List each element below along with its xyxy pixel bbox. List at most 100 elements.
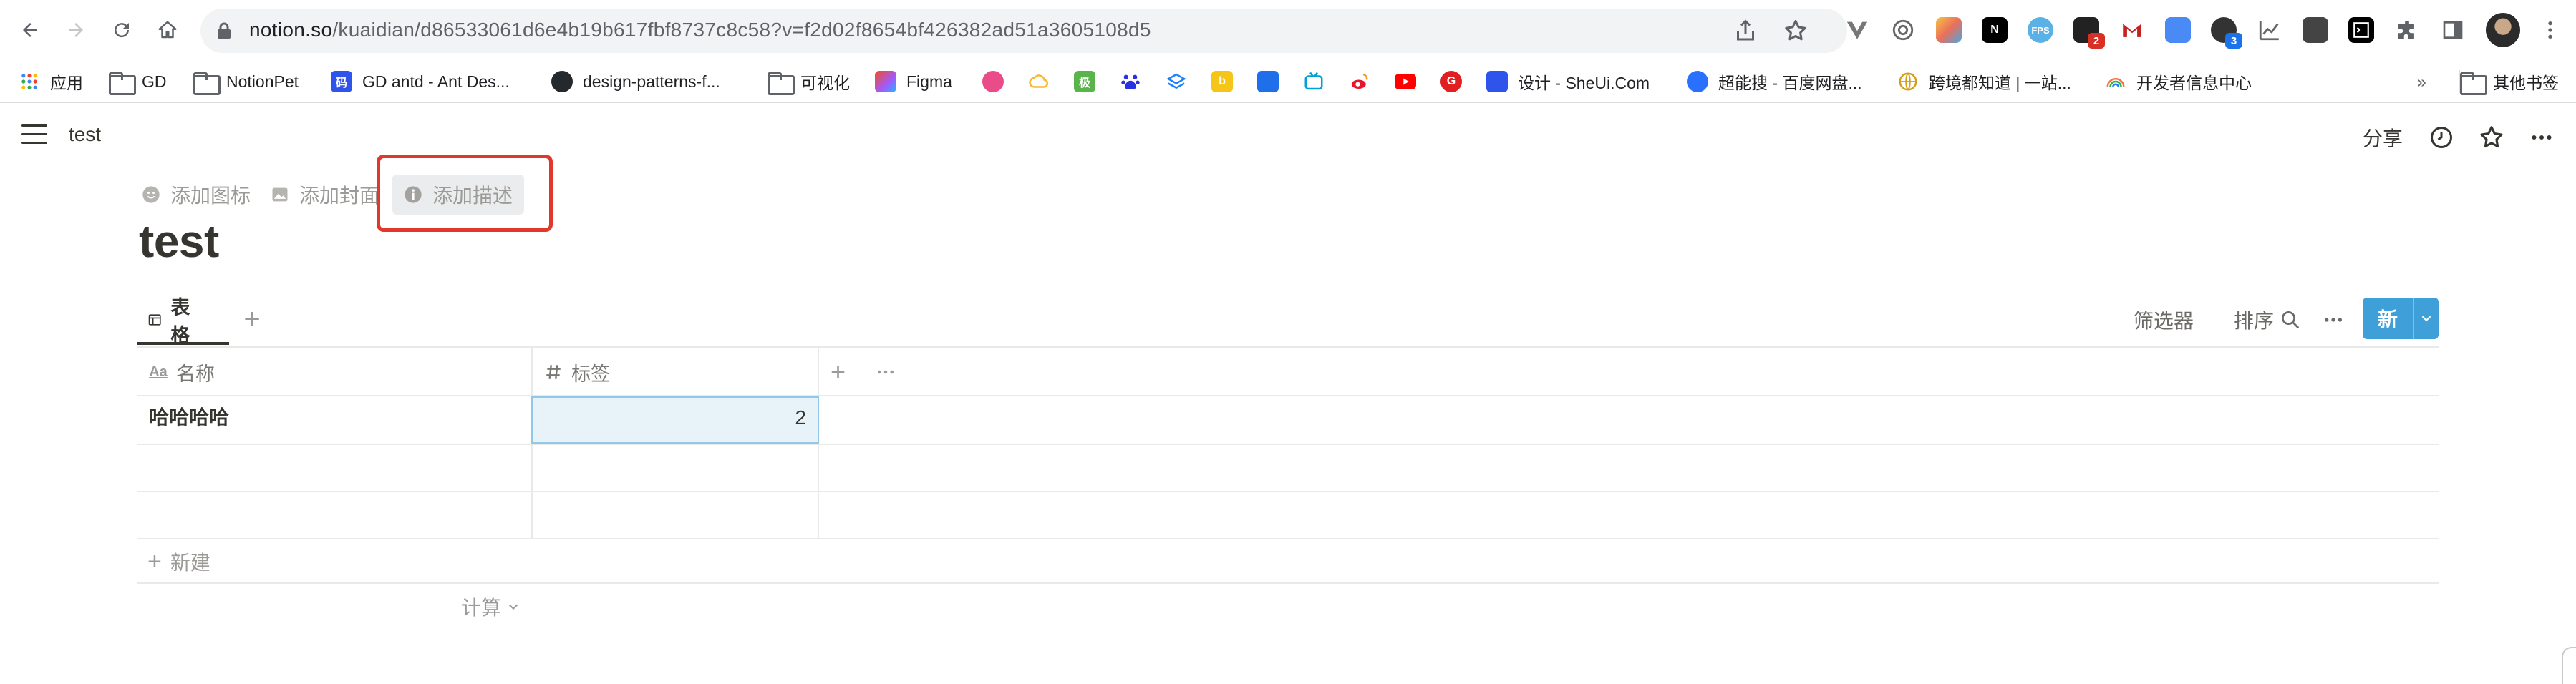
- plus-icon: +: [147, 547, 162, 575]
- add-row-button[interactable]: + 新建: [147, 545, 210, 578]
- page-title[interactable]: test: [139, 215, 219, 268]
- view-tab-table[interactable]: 表格: [137, 296, 208, 346]
- bookmark-star-icon[interactable]: [1783, 18, 1808, 44]
- bookmark-cloud[interactable]: [1028, 67, 1060, 96]
- bookmark-kuajing[interactable]: 跨境都知道 | 一站...: [1897, 67, 2071, 96]
- screen-ext-icon[interactable]: [2303, 17, 2328, 43]
- bookmark-label: GD: [142, 72, 167, 91]
- terminal-ext-icon[interactable]: [2348, 17, 2374, 43]
- back-button[interactable]: [13, 13, 47, 47]
- breadcrumb[interactable]: test: [69, 123, 101, 146]
- badge-count: 2: [2088, 33, 2105, 49]
- bookmark-apps[interactable]: 应用: [19, 67, 83, 96]
- bookmark-antd[interactable]: 码 GD antd - Ant Des...: [331, 67, 510, 96]
- new-button-label[interactable]: 新: [2363, 298, 2414, 339]
- bookmark-chaonengsou[interactable]: 超能搜 - 百度网盘...: [1687, 67, 1862, 96]
- bookmark-folder-notionpet[interactable]: NotionPet: [193, 67, 299, 96]
- column-more-dots-icon[interactable]: [875, 349, 896, 395]
- github-icon: [551, 71, 573, 92]
- history-clock-icon[interactable]: [2427, 123, 2456, 152]
- add-icon-button[interactable]: 添加图标: [140, 175, 251, 215]
- bookmark-youtube[interactable]: [1395, 67, 1426, 96]
- new-record-button[interactable]: 新: [2363, 298, 2439, 339]
- share-button[interactable]: 分享: [2363, 123, 2403, 152]
- calculate-label: 计算: [461, 597, 502, 619]
- url-path: /kuaidian/d86533061d6e4b19b617fbf8737c8c…: [332, 19, 1151, 41]
- bookmark-design-patterns[interactable]: design-patterns-f...: [551, 67, 720, 96]
- vue-devtools-icon[interactable]: [1844, 17, 1870, 43]
- table-cell-tag: 2: [795, 406, 806, 429]
- kebab-menu-icon[interactable]: [2537, 17, 2563, 43]
- colorful-hex-icon[interactable]: [1936, 17, 1962, 43]
- view-tab-label: 表格: [170, 297, 190, 346]
- folder-icon: [109, 72, 136, 95]
- cycle-icon[interactable]: [1890, 17, 1916, 43]
- bookmark-figma[interactable]: Figma: [875, 67, 952, 96]
- header-bottom-border: [137, 395, 2439, 396]
- sort-button[interactable]: 排序: [2234, 296, 2274, 343]
- bookmark-folder-visual[interactable]: 可视化: [768, 67, 850, 96]
- bookmark-label: 可视化: [800, 74, 850, 92]
- bookmark-folder-gd[interactable]: GD: [109, 67, 167, 96]
- sidepanel-icon[interactable]: [2440, 17, 2466, 43]
- search-icon[interactable]: [2272, 296, 2308, 343]
- calculate-dropdown[interactable]: 计算: [461, 591, 521, 622]
- bookmark-label: Figma: [906, 72, 952, 91]
- chevron-down-icon[interactable]: [2414, 298, 2439, 339]
- add-cover-button[interactable]: 添加封面: [269, 175, 379, 215]
- bookmark-layers[interactable]: [1166, 67, 1197, 96]
- bookmark-red-g[interactable]: G: [1440, 67, 1472, 96]
- bookmark-sheui[interactable]: 设计 - SheUi.Com: [1486, 67, 1650, 96]
- bookmark-bilibili[interactable]: [1303, 67, 1335, 96]
- more-options-icon[interactable]: [2527, 123, 2556, 152]
- dark-ext-icon[interactable]: 2: [2073, 17, 2105, 49]
- more-dots-icon[interactable]: [2315, 296, 2351, 343]
- bookmark-label: NotionPet: [226, 72, 299, 91]
- add-view-plus-icon[interactable]: +: [238, 303, 266, 335]
- sidebar-toggle-icon[interactable]: [21, 124, 47, 145]
- bookmark-other-folder[interactable]: 其他书签: [2460, 67, 2559, 96]
- fps-icon[interactable]: FPS: [2028, 17, 2053, 43]
- blue-box-icon[interactable]: [2165, 17, 2191, 43]
- antd-icon: 码: [331, 71, 352, 92]
- bookmark-blue-f[interactable]: [1257, 67, 1289, 96]
- help-corner-tab[interactable]: [2562, 647, 2576, 684]
- favorite-star-icon[interactable]: [2477, 123, 2506, 152]
- chart-ext-icon[interactable]: [2257, 17, 2282, 43]
- table-cell-name[interactable]: 哈哈哈哈: [149, 402, 229, 431]
- add-icon-label: 添加图标: [170, 185, 251, 207]
- row-border: [137, 444, 2439, 445]
- add-column-plus-icon[interactable]: +: [831, 349, 846, 395]
- green-tile-icon: 极: [1074, 71, 1095, 92]
- reload-button[interactable]: [105, 13, 139, 47]
- bookmark-yellow-b[interactable]: b: [1211, 67, 1243, 96]
- bookmark-developer-center[interactable]: 开发者信息中心: [2105, 67, 2252, 96]
- bookmark-baidu[interactable]: [1120, 67, 1151, 96]
- forward-button[interactable]: [59, 13, 93, 47]
- notion-icon[interactable]: N: [1982, 17, 2008, 43]
- bookmark-green-tile[interactable]: 极: [1074, 67, 1105, 96]
- smiley-icon: [140, 184, 162, 205]
- gmail-ext-icon[interactable]: [2119, 17, 2145, 43]
- filter-button[interactable]: 筛选器: [2134, 296, 2194, 343]
- bookmarks-overflow-button[interactable]: »: [2417, 67, 2426, 96]
- bookmark-weibo[interactable]: [1349, 67, 1380, 96]
- globe-icon: [1897, 71, 1919, 92]
- puzzle-icon[interactable]: [2394, 17, 2420, 43]
- lock-icon: [218, 22, 231, 39]
- column-header-tags[interactable]: 标签: [543, 349, 610, 395]
- figma-icon: [875, 71, 896, 92]
- bookmark-dribbble[interactable]: [982, 67, 1014, 96]
- home-button[interactable]: [150, 13, 185, 47]
- column-header-name[interactable]: Aa 名称: [147, 349, 215, 395]
- dribbble-icon: [982, 71, 1004, 92]
- row-border: [137, 491, 2439, 492]
- address-bar[interactable]: notion.so/kuaidian/d86533061d6e4b19b617f…: [200, 9, 1847, 53]
- text-aa-icon: Aa: [149, 363, 168, 380]
- share-page-icon[interactable]: [1733, 18, 1758, 44]
- github-ext-icon[interactable]: 3: [2211, 17, 2242, 49]
- profile-avatar[interactable]: [2486, 13, 2520, 47]
- chevron-down-icon: [508, 604, 518, 610]
- rainbow-icon: [2105, 71, 2126, 92]
- column-header-label: 标签: [571, 363, 610, 385]
